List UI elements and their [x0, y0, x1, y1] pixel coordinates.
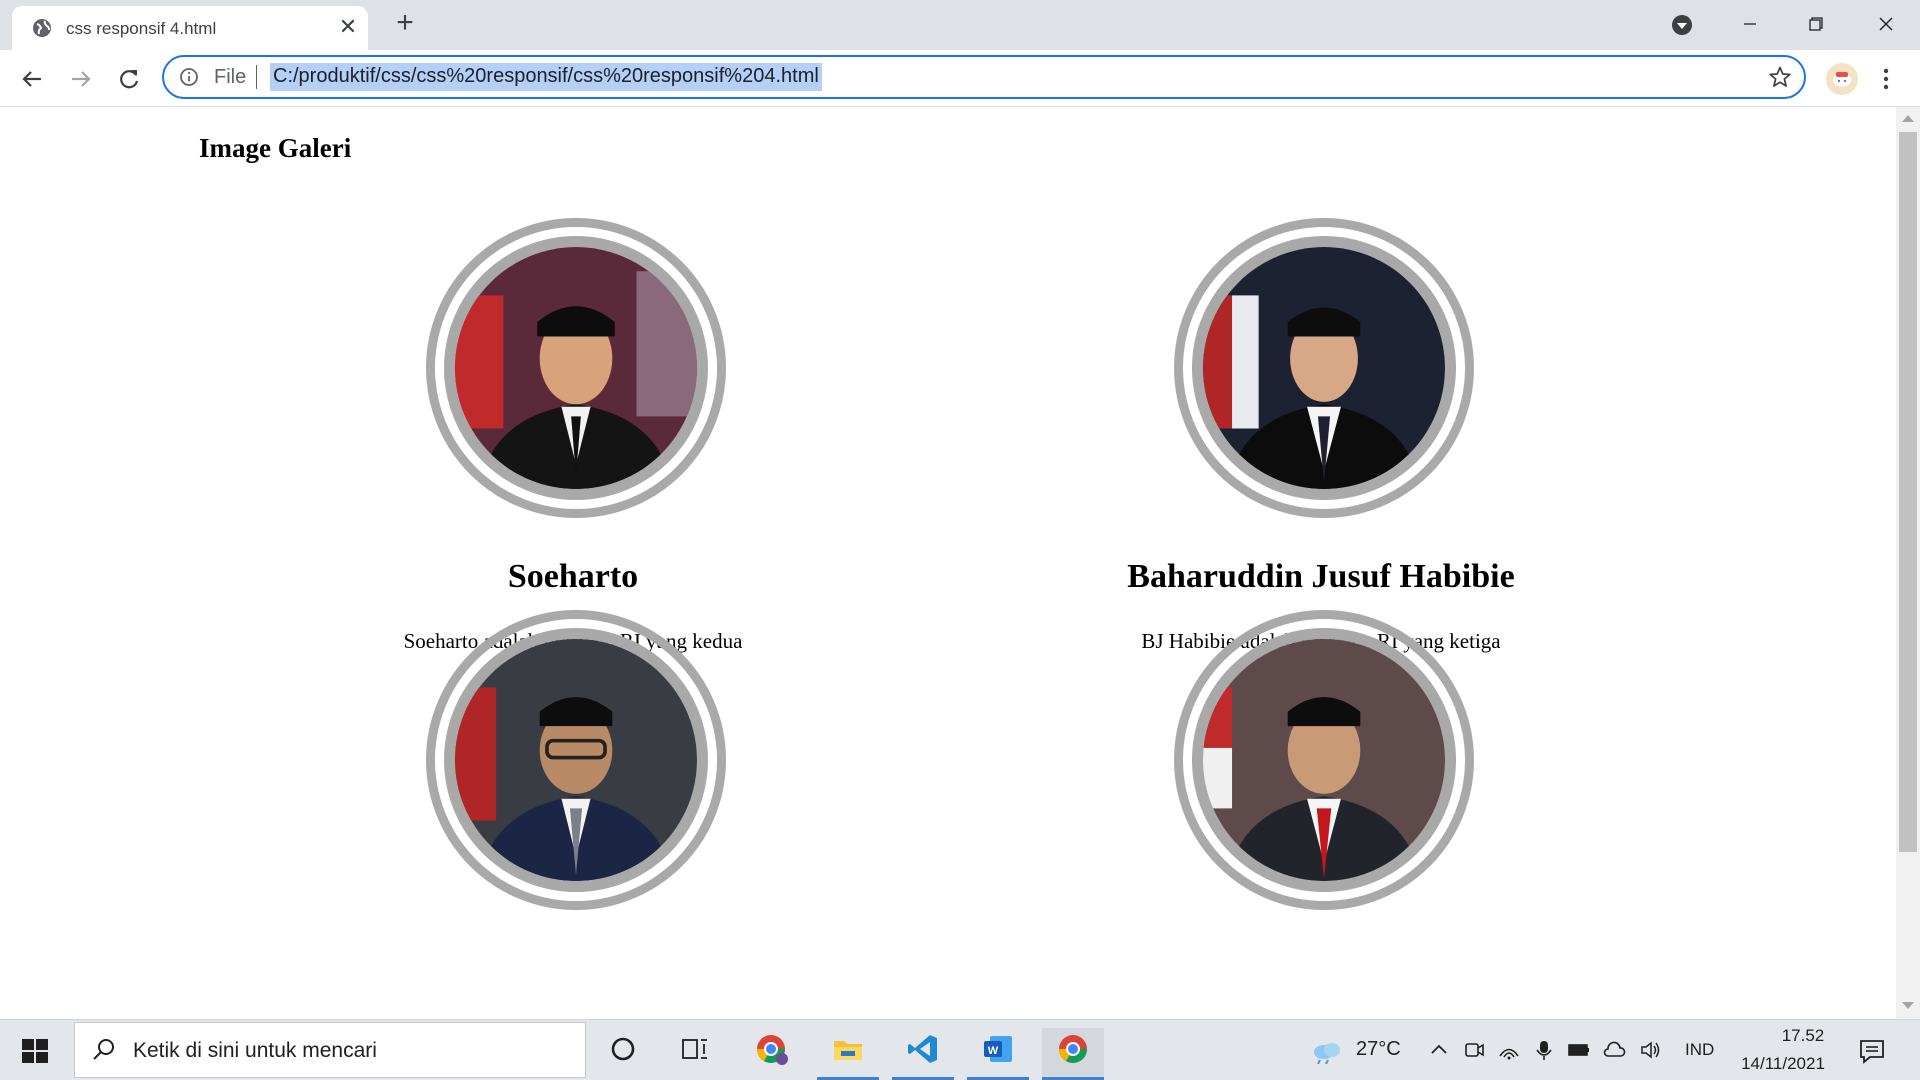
onedrive-cloud-icon[interactable] — [1602, 1038, 1626, 1062]
folder-icon — [834, 1041, 862, 1060]
chevron-up-icon[interactable] — [1427, 1038, 1451, 1062]
scrollbar-thumb[interactable] — [1899, 132, 1917, 852]
vscode-icon — [908, 1035, 937, 1063]
microphone-icon[interactable] — [1532, 1038, 1556, 1062]
back-arrow-icon[interactable] — [17, 64, 47, 94]
scroll-down-arrow-icon[interactable] — [1902, 1002, 1914, 1009]
card-name: Baharuddin Jusuf Habibie — [1127, 558, 1515, 595]
cortana-icon — [611, 1037, 635, 1061]
kebab-menu-icon[interactable] — [1874, 64, 1898, 94]
reload-icon[interactable] — [114, 64, 144, 94]
volume-icon[interactable] — [1639, 1038, 1663, 1062]
browser-tab[interactable]: css responsif 4.html ✕ — [12, 6, 368, 50]
input-language[interactable]: IND — [1685, 1040, 1714, 1060]
clock-time[interactable]: 17.52 — [1760, 1026, 1846, 1046]
taskbar-app-chrome-profile[interactable] — [741, 1028, 803, 1080]
windows-start-icon[interactable] — [22, 1039, 48, 1063]
page-viewport: Image Galeri Soeharto Soeharto adalah pr… — [0, 107, 1896, 1019]
chrome-icon — [1059, 1035, 1087, 1063]
task-view-icon — [682, 1039, 707, 1059]
portrait-image — [455, 639, 697, 881]
address-separator — [256, 65, 257, 89]
taskbar-app-chrome[interactable] — [1042, 1028, 1104, 1080]
tab-strip: css responsif 4.html ✕ + — [0, 0, 1920, 50]
svg-text:W: W — [988, 1045, 999, 1057]
portrait-frame — [1174, 218, 1474, 518]
new-tab-button[interactable]: + — [390, 8, 420, 39]
avatar-icon — [1833, 72, 1851, 87]
address-scheme-label: File — [214, 66, 247, 88]
globe-icon — [33, 19, 51, 37]
word-icon: W — [984, 1036, 1012, 1062]
forward-arrow-icon[interactable] — [66, 64, 96, 94]
restore-icon[interactable] — [1786, 6, 1846, 42]
portrait-photo — [444, 628, 708, 892]
task-view-button[interactable] — [664, 1028, 726, 1080]
address-bar[interactable]: File C:/produktif/css/css%20responsif/cs… — [162, 55, 1806, 99]
taskbar: Ketik di sini untuk mencari W 27°C IND 1… — [0, 1019, 1920, 1080]
page-title: Image Galeri — [199, 133, 352, 163]
portrait-photo — [1192, 236, 1456, 500]
portrait-photo — [1192, 628, 1456, 892]
address-url[interactable]: C:/produktif/css/css%20responsif/css%20r… — [270, 63, 822, 91]
card-name: Soeharto — [507, 558, 639, 595]
bookmark-star-icon[interactable] — [1768, 65, 1792, 89]
portrait-frame — [426, 218, 726, 518]
portrait-image — [455, 247, 697, 489]
minimize-icon[interactable] — [1720, 6, 1780, 42]
tab-close-icon[interactable]: ✕ — [336, 15, 360, 39]
cortana-button[interactable] — [592, 1028, 654, 1080]
tab-search-icon[interactable] — [1670, 13, 1694, 37]
tab-title: css responsif 4.html — [66, 19, 217, 38]
portrait-frame — [1174, 610, 1474, 910]
window-close-icon[interactable] — [1856, 6, 1916, 42]
profile-avatar[interactable] — [1826, 63, 1858, 95]
chrome-profile-icon — [757, 1035, 788, 1065]
taskbar-app-vscode[interactable] — [892, 1028, 954, 1080]
weather-temperature[interactable]: 27°C — [1356, 1038, 1401, 1061]
notification-center-icon[interactable] — [1858, 1038, 1886, 1064]
battery-icon[interactable] — [1567, 1038, 1591, 1062]
browser-toolbar: File C:/produktif/css/css%20responsif/cs… — [0, 50, 1920, 107]
vertical-scrollbar[interactable] — [1896, 107, 1920, 1019]
clock-date[interactable]: 14/11/2021 — [1733, 1054, 1833, 1074]
weather-cloud-icon[interactable] — [1310, 1038, 1344, 1064]
portrait-image — [1203, 639, 1445, 881]
portrait-frame — [426, 610, 726, 910]
portrait-photo — [444, 236, 708, 500]
taskbar-search-input[interactable]: Ketik di sini untuk mencari — [74, 1022, 586, 1078]
search-placeholder: Ketik di sini untuk mencari — [133, 1039, 377, 1062]
portrait-image — [1203, 247, 1445, 489]
meet-now-icon[interactable] — [1462, 1038, 1486, 1062]
search-icon — [93, 1039, 114, 1060]
info-icon[interactable] — [179, 67, 199, 87]
wifi-icon[interactable] — [1497, 1038, 1521, 1062]
scroll-up-arrow-icon[interactable] — [1902, 115, 1914, 122]
taskbar-app-file-explorer[interactable] — [817, 1028, 879, 1080]
taskbar-app-word[interactable]: W — [967, 1028, 1029, 1080]
